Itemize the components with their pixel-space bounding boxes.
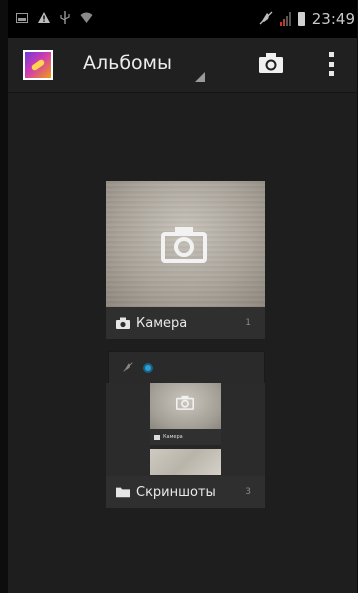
camera-icon <box>116 317 130 329</box>
folder-icon <box>116 487 130 498</box>
album-label-bar: Камера 1 <box>106 307 265 339</box>
status-bar: 23:49 <box>8 0 357 38</box>
mini-album-name: Камера <box>163 434 183 440</box>
album-view-spinner[interactable]: Альбомы <box>83 38 223 92</box>
warning-icon <box>38 12 50 26</box>
album-name: Камера <box>136 315 188 331</box>
notification-dot-icon <box>143 363 153 373</box>
camera-icon <box>161 227 207 263</box>
camera-icon <box>176 395 194 410</box>
wifi-icon <box>80 12 93 26</box>
album-name: Скриншоты <box>136 484 216 500</box>
action-bar: Альбомы <box>8 38 357 93</box>
mini-album-bar: Камера <box>150 429 221 445</box>
signal-icon <box>279 12 291 26</box>
gallery-screen: 23:49 Альбомы Камера 1 Камера Скриншоты … <box>8 0 357 593</box>
screenshot-thumbnail: Камера <box>150 383 221 475</box>
mute-icon <box>123 361 133 375</box>
album-count: 3 <box>245 487 251 497</box>
camera-icon[interactable] <box>258 52 284 74</box>
mini-camera-thumbnail <box>150 383 221 429</box>
album-label-bar: Скриншоты 3 <box>106 476 265 508</box>
clock: 23:49 <box>311 10 355 28</box>
page-title: Альбомы <box>83 52 173 74</box>
camera-icon <box>154 434 160 440</box>
mini-photo-thumbnail <box>150 449 221 475</box>
album-thumbnail <box>106 181 265 307</box>
mute-icon <box>259 11 273 28</box>
usb-icon <box>60 11 70 27</box>
gallery-icon[interactable] <box>23 50 53 80</box>
image-icon <box>16 12 28 26</box>
screenshot-preview-statusbar <box>108 351 265 385</box>
battery-icon <box>297 12 305 26</box>
album-count: 1 <box>245 318 251 328</box>
spinner-triangle-icon <box>195 72 205 82</box>
overflow-menu-icon[interactable] <box>329 52 335 76</box>
album-camera[interactable]: Камера 1 <box>106 181 265 339</box>
